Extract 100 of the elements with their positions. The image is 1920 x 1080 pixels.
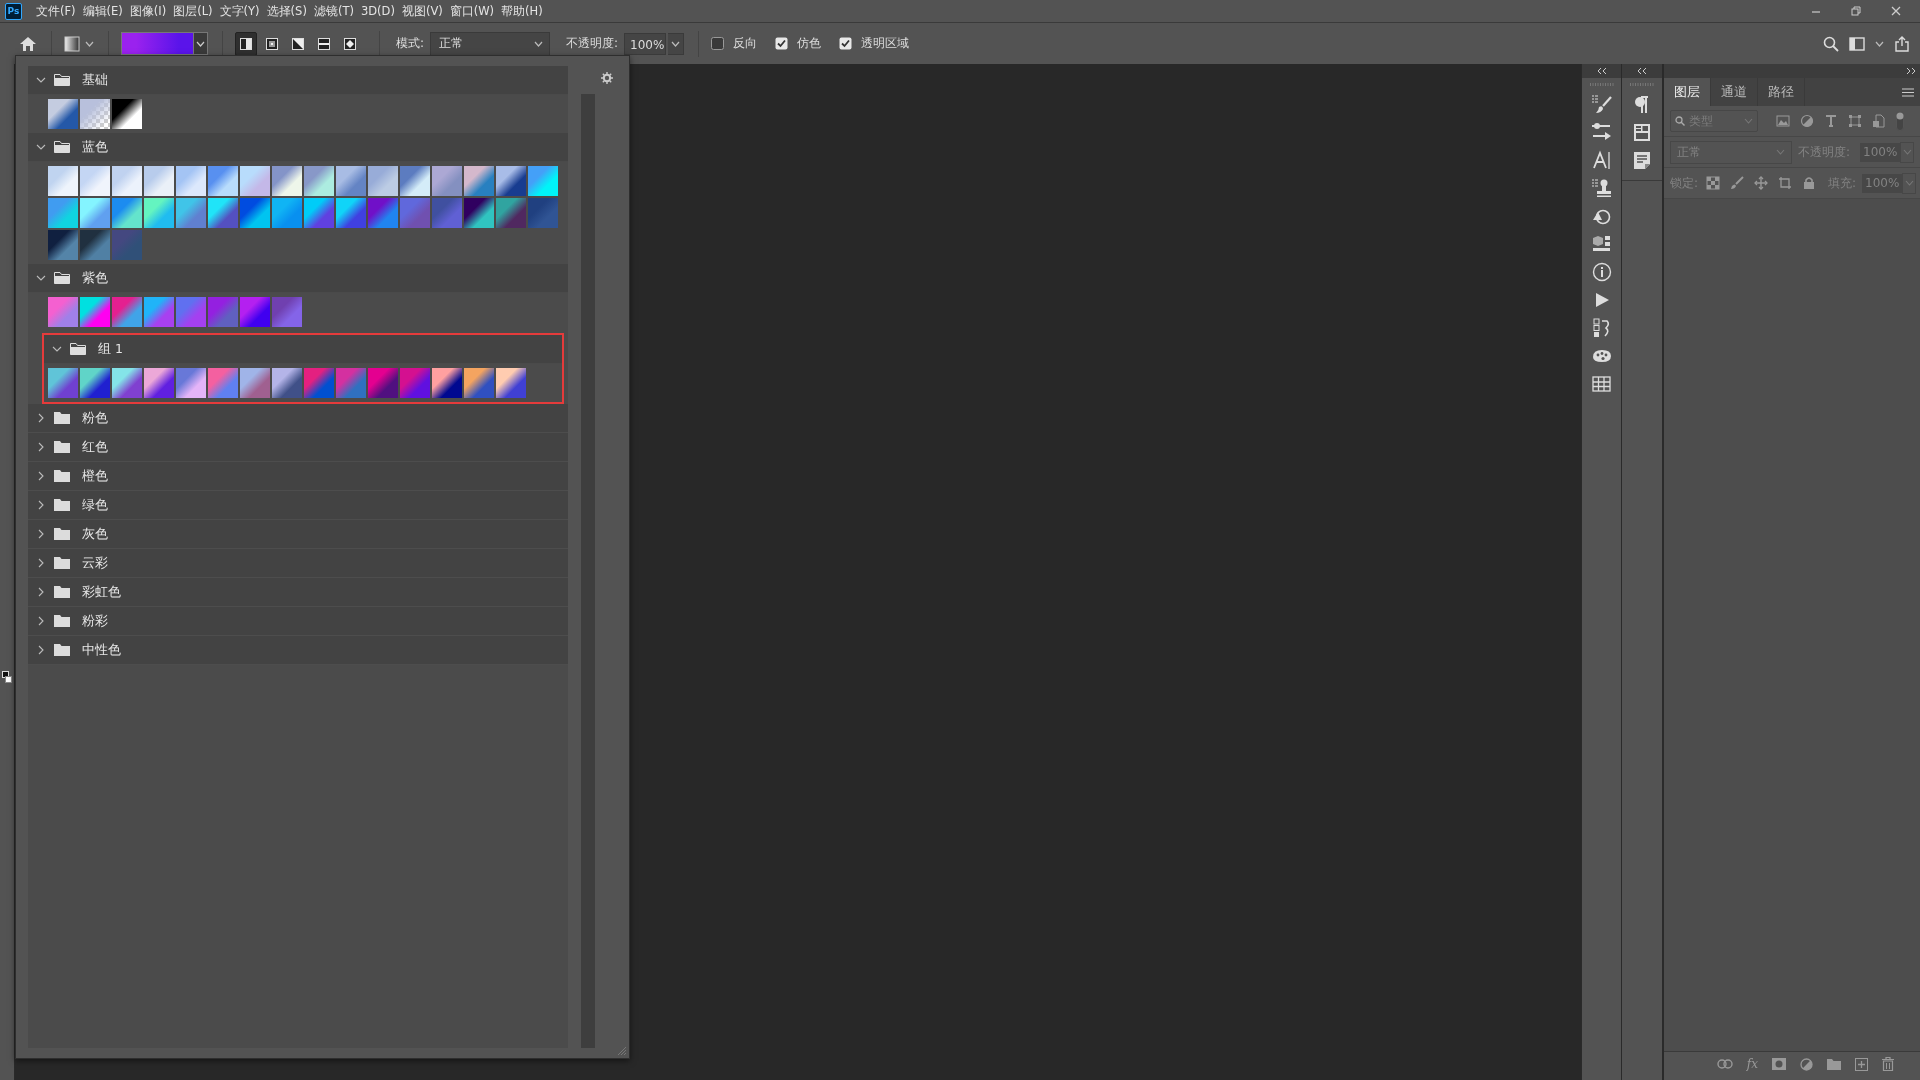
gradient-swatch[interactable] bbox=[112, 368, 142, 398]
gradient-swatch[interactable] bbox=[528, 166, 558, 196]
menu-item[interactable]: 3D(D) bbox=[360, 4, 395, 18]
gradient-swatch[interactable] bbox=[80, 297, 110, 327]
gradient-swatch[interactable] bbox=[272, 368, 302, 398]
gradient-swatch[interactable] bbox=[48, 368, 78, 398]
dropdown-button[interactable] bbox=[668, 32, 685, 55]
gradient-swatch[interactable] bbox=[48, 99, 78, 129]
chevron-right-icon[interactable] bbox=[36, 587, 46, 597]
gradient-swatch[interactable] bbox=[528, 198, 558, 228]
folder-row[interactable]: 组 1 bbox=[44, 335, 562, 364]
opacity-field[interactable]: 100% bbox=[624, 32, 667, 55]
gradient-swatch[interactable] bbox=[336, 166, 366, 196]
folder-row[interactable]: 云彩 bbox=[28, 549, 568, 578]
dropdown-button[interactable] bbox=[194, 32, 208, 55]
resize-grip-icon[interactable] bbox=[617, 1046, 627, 1056]
settings-icon[interactable] bbox=[601, 72, 613, 84]
chevron-down-icon[interactable] bbox=[36, 275, 46, 281]
gradient-swatch[interactable] bbox=[304, 198, 334, 228]
folder-row[interactable]: 蓝色 bbox=[28, 133, 568, 162]
chevron-down-icon[interactable] bbox=[52, 346, 62, 352]
close-icon[interactable] bbox=[1890, 5, 1902, 17]
gradient-swatch[interactable] bbox=[176, 166, 206, 196]
gradient-swatch[interactable] bbox=[464, 198, 494, 228]
gradient-swatch[interactable] bbox=[144, 166, 174, 196]
chevron-down-icon[interactable] bbox=[36, 77, 46, 83]
gradient-swatch[interactable] bbox=[112, 198, 142, 228]
note-icon[interactable] bbox=[1631, 150, 1653, 170]
restore-icon[interactable] bbox=[1850, 5, 1862, 17]
chevron-right-icon[interactable] bbox=[36, 529, 46, 539]
gradient-swatch[interactable] bbox=[112, 230, 142, 260]
gradient-swatch[interactable] bbox=[208, 297, 238, 327]
menu-item[interactable]: 编辑(E) bbox=[82, 3, 123, 19]
caret-icon[interactable] bbox=[1875, 40, 1884, 47]
gradient-swatch[interactable] bbox=[80, 368, 110, 398]
gradient-swatch[interactable] bbox=[144, 297, 174, 327]
cube-icon[interactable] bbox=[1590, 234, 1613, 254]
gradient-swatch[interactable] bbox=[176, 368, 206, 398]
checkbox-label[interactable]: 反向 bbox=[733, 35, 758, 52]
gradient-swatch[interactable] bbox=[80, 166, 110, 196]
folder-row[interactable]: 绿色 bbox=[28, 491, 568, 520]
color-swatch-icon[interactable] bbox=[2, 671, 12, 683]
stamp-icon[interactable] bbox=[1590, 178, 1613, 198]
gradient-swatch[interactable] bbox=[240, 198, 270, 228]
folder-row[interactable]: 彩虹色 bbox=[28, 578, 568, 607]
folder-row[interactable]: 粉彩 bbox=[28, 607, 568, 636]
chevron-right-icon[interactable] bbox=[36, 442, 46, 452]
gradient-swatch[interactable] bbox=[144, 198, 174, 228]
layout-icon[interactable] bbox=[1631, 122, 1653, 142]
gradient-swatch[interactable] bbox=[304, 166, 334, 196]
folder-row[interactable]: 粉色 bbox=[28, 404, 568, 433]
gradient-swatch[interactable] bbox=[176, 297, 206, 327]
gradient-swatch[interactable] bbox=[48, 230, 78, 260]
brush-icon[interactable] bbox=[1590, 94, 1613, 114]
gradient-swatch[interactable] bbox=[112, 99, 142, 129]
info-icon[interactable] bbox=[1590, 262, 1613, 282]
gradient-swatch[interactable] bbox=[336, 198, 366, 228]
folder-row[interactable]: 橙色 bbox=[28, 462, 568, 491]
chevron-right-icon[interactable] bbox=[36, 500, 46, 510]
share-icon[interactable] bbox=[1894, 35, 1910, 52]
gradient-swatch[interactable] bbox=[432, 198, 462, 228]
gradient-swatch[interactable] bbox=[208, 198, 238, 228]
gradient-swatch[interactable] bbox=[368, 166, 398, 196]
gradient-swatch[interactable] bbox=[496, 368, 526, 398]
gradient-swatch[interactable] bbox=[400, 198, 430, 228]
gradient-swatch[interactable] bbox=[80, 198, 110, 228]
gradient-swatch[interactable] bbox=[208, 368, 238, 398]
gradient-swatch[interactable] bbox=[240, 166, 270, 196]
gradient-swatch[interactable] bbox=[464, 368, 494, 398]
home-icon[interactable] bbox=[19, 35, 37, 52]
gradient-swatch[interactable] bbox=[80, 99, 110, 129]
search-icon[interactable] bbox=[1823, 35, 1839, 52]
gradient-swatch[interactable] bbox=[432, 368, 462, 398]
gradient-swatch[interactable] bbox=[272, 198, 302, 228]
gradient-swatch[interactable] bbox=[496, 166, 526, 196]
sliders-icon[interactable] bbox=[1590, 122, 1613, 142]
gradient-swatch[interactable] bbox=[304, 368, 334, 398]
checkbox[interactable] bbox=[775, 37, 789, 50]
mode-dropdown[interactable]: 正常 bbox=[430, 31, 551, 56]
checkbox[interactable] bbox=[711, 37, 725, 50]
gradient-swatch[interactable] bbox=[368, 198, 398, 228]
chevron-right-icon[interactable] bbox=[36, 558, 46, 568]
menu-item[interactable]: 文字(Y) bbox=[219, 3, 260, 19]
gradient-swatch[interactable] bbox=[144, 368, 174, 398]
gradient-swatch[interactable] bbox=[112, 166, 142, 196]
gradient-swatch[interactable] bbox=[496, 198, 526, 228]
gradient-swatch[interactable] bbox=[336, 368, 366, 398]
chevron-right-icon[interactable] bbox=[36, 645, 46, 655]
folder-row[interactable]: 红色 bbox=[28, 433, 568, 462]
menu-item[interactable]: 窗口(W) bbox=[449, 3, 495, 19]
gradient-swatch[interactable] bbox=[368, 368, 398, 398]
folder-row[interactable]: 基础 bbox=[28, 66, 568, 95]
gradient-swatch[interactable] bbox=[432, 166, 462, 196]
collapse-icon[interactable] bbox=[1596, 68, 1607, 74]
chevron-down-icon[interactable] bbox=[36, 144, 46, 150]
menu-item[interactable]: 文件(F) bbox=[36, 3, 76, 19]
gradient-swatch[interactable] bbox=[272, 166, 302, 196]
folder-row[interactable]: 灰色 bbox=[28, 520, 568, 549]
chevron-right-icon[interactable] bbox=[36, 616, 46, 626]
collapse-icon[interactable] bbox=[1637, 68, 1647, 74]
